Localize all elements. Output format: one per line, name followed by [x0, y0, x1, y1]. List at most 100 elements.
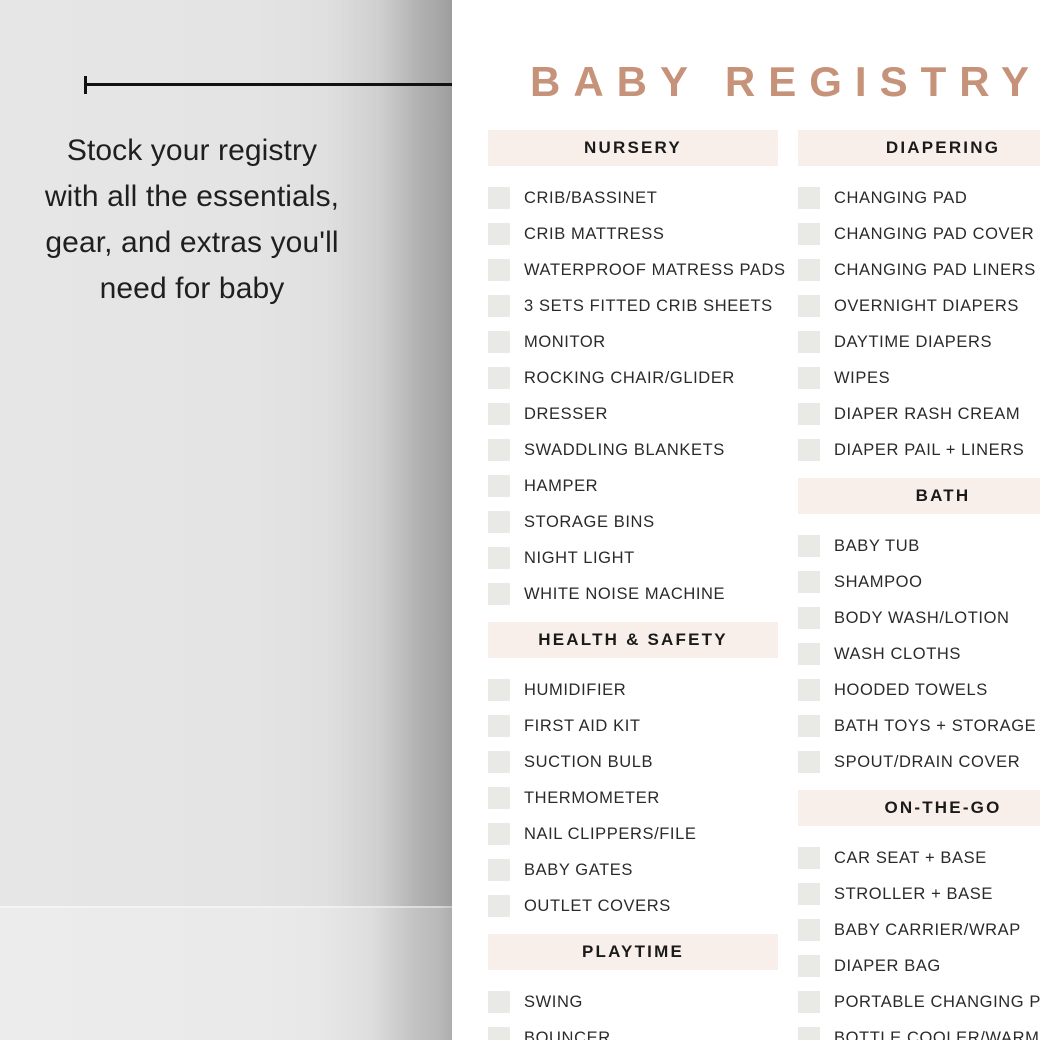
- checklist-section: PLAYTIME SWING BOUNCER: [488, 934, 778, 1040]
- checkbox-icon[interactable]: [488, 991, 510, 1013]
- checkbox-icon[interactable]: [798, 715, 820, 737]
- checklist-item-label: SWING: [524, 992, 583, 1011]
- checklist-item[interactable]: BODY WASH/LOTION: [798, 600, 1040, 636]
- checklist-item[interactable]: WATERPROOF MATRESS PADS: [488, 252, 785, 288]
- checklist-item[interactable]: BABY GATES: [488, 852, 778, 888]
- checklist-item[interactable]: SPOUT/DRAIN COVER: [798, 744, 1040, 780]
- checklist-item[interactable]: DIAPER RASH CREAM: [798, 396, 1040, 432]
- checklist-item[interactable]: NAIL CLIPPERS/FILE: [488, 816, 778, 852]
- checklist-item-label: CHANGING PAD: [834, 188, 968, 207]
- checkbox-icon[interactable]: [798, 259, 820, 281]
- checkbox-icon[interactable]: [798, 1027, 820, 1040]
- checklist-item[interactable]: CAR SEAT + BASE: [798, 840, 1040, 876]
- checklist-item[interactable]: BABY TUB: [798, 528, 1040, 564]
- checklist-item[interactable]: BATH TOYS + STORAGE: [798, 708, 1040, 744]
- checkbox-icon[interactable]: [488, 475, 510, 497]
- checkbox-icon[interactable]: [798, 883, 820, 905]
- checkbox-icon[interactable]: [488, 583, 510, 605]
- checklist-item[interactable]: CRIB MATTRESS: [488, 216, 778, 252]
- checklist-item[interactable]: OUTLET COVERS: [488, 888, 778, 924]
- section-header: HEALTH & SAFETY: [488, 622, 778, 658]
- checklist-item[interactable]: THERMOMETER: [488, 780, 778, 816]
- checkbox-icon[interactable]: [798, 223, 820, 245]
- checklist-item[interactable]: STORAGE BINS: [488, 504, 778, 540]
- checkbox-icon[interactable]: [798, 919, 820, 941]
- checklist-item[interactable]: BOUNCER: [488, 1020, 778, 1040]
- checkbox-icon[interactable]: [488, 679, 510, 701]
- checkbox-icon[interactable]: [798, 847, 820, 869]
- checklist-item[interactable]: NIGHT LIGHT: [488, 540, 778, 576]
- checkbox-icon[interactable]: [488, 403, 510, 425]
- checkbox-icon[interactable]: [488, 1027, 510, 1040]
- checklist-item[interactable]: HUMIDIFIER: [488, 672, 778, 708]
- checklist-section: BATH BABY TUB SHAMPOO BODY WASH/LOTION WASH …: [798, 478, 1040, 790]
- checkbox-icon[interactable]: [488, 439, 510, 461]
- checklist-item[interactable]: OVERNIGHT DIAPERS: [798, 288, 1040, 324]
- checkbox-icon[interactable]: [488, 859, 510, 881]
- checklist-item[interactable]: SWADDLING BLANKETS: [488, 432, 778, 468]
- checklist-item[interactable]: CRIB/BASSINET: [488, 180, 778, 216]
- checkbox-icon[interactable]: [488, 751, 510, 773]
- checklist-item-label: DRESSER: [524, 404, 608, 423]
- section-header: PLAYTIME: [488, 934, 778, 970]
- checklist-item[interactable]: WHITE NOISE MACHINE: [488, 576, 778, 612]
- checklist-item[interactable]: PORTABLE CHANGING PAD: [798, 984, 1040, 1020]
- checklist-item-label: SUCTION BULB: [524, 752, 654, 771]
- checklist-item-label: DAYTIME DIAPERS: [834, 332, 993, 351]
- checkbox-icon[interactable]: [488, 223, 510, 245]
- checklist-item[interactable]: SWING: [488, 984, 778, 1020]
- checklist-item[interactable]: WASH CLOTHS: [798, 636, 1040, 672]
- checklist-item[interactable]: FIRST AID KIT: [488, 708, 778, 744]
- checklist-item[interactable]: BOTTLE COOLER/WARMER: [798, 1020, 1040, 1040]
- checkbox-icon[interactable]: [798, 751, 820, 773]
- checkbox-icon[interactable]: [488, 295, 510, 317]
- checklist-item[interactable]: HOODED TOWELS: [798, 672, 1040, 708]
- checklist-item-label: CHANGING PAD COVER: [834, 224, 1035, 243]
- checkbox-icon[interactable]: [798, 331, 820, 353]
- checkbox-icon[interactable]: [488, 367, 510, 389]
- checklist-item[interactable]: ROCKING CHAIR/GLIDER: [488, 360, 778, 396]
- checklist-item[interactable]: HAMPER: [488, 468, 778, 504]
- checklist-item[interactable]: WIPES: [798, 360, 1040, 396]
- checklist-item-label: PORTABLE CHANGING PAD: [834, 992, 1040, 1011]
- checklist-item[interactable]: SHAMPOO: [798, 564, 1040, 600]
- checkbox-icon[interactable]: [798, 607, 820, 629]
- checkbox-icon[interactable]: [798, 643, 820, 665]
- checkbox-icon[interactable]: [798, 991, 820, 1013]
- checkbox-icon[interactable]: [488, 715, 510, 737]
- checkbox-icon[interactable]: [798, 571, 820, 593]
- checklist-item[interactable]: DAYTIME DIAPERS: [798, 324, 1040, 360]
- checkbox-icon[interactable]: [798, 955, 820, 977]
- checkbox-icon[interactable]: [798, 295, 820, 317]
- checkbox-icon[interactable]: [488, 823, 510, 845]
- checklist-item[interactable]: CHANGING PAD COVER: [798, 216, 1040, 252]
- checklist-item[interactable]: BABY CARRIER/WRAP: [798, 912, 1040, 948]
- checkbox-icon[interactable]: [488, 331, 510, 353]
- checklist-item[interactable]: DIAPER PAIL + LINERS: [798, 432, 1040, 468]
- section-header: DIAPERING: [798, 130, 1040, 166]
- checkbox-icon[interactable]: [798, 367, 820, 389]
- checkbox-icon[interactable]: [488, 895, 510, 917]
- checkbox-icon[interactable]: [488, 547, 510, 569]
- checkbox-icon[interactable]: [488, 787, 510, 809]
- checkbox-icon[interactable]: [488, 259, 510, 281]
- checkbox-icon[interactable]: [798, 403, 820, 425]
- checklist-item-label: BABY TUB: [834, 536, 920, 555]
- checkbox-icon[interactable]: [488, 511, 510, 533]
- checklist-item[interactable]: SUCTION BULB: [488, 744, 778, 780]
- checklist-item[interactable]: CHANGING PAD LINERS: [798, 252, 1040, 288]
- checklist-item-label: CAR SEAT + BASE: [834, 848, 987, 867]
- checklist-item[interactable]: STROLLER + BASE: [798, 876, 1040, 912]
- checklist-item[interactable]: 3 SETS FITTED CRIB SHEETS: [488, 288, 778, 324]
- checklist-item[interactable]: CHANGING PAD: [798, 180, 1040, 216]
- checkbox-icon[interactable]: [488, 187, 510, 209]
- checkbox-icon[interactable]: [798, 187, 820, 209]
- checkbox-icon[interactable]: [798, 535, 820, 557]
- checklist-item-label: BABY CARRIER/WRAP: [834, 920, 1021, 939]
- checklist-item[interactable]: DIAPER BAG: [798, 948, 1040, 984]
- checklist-item-label: CHANGING PAD LINERS: [834, 260, 1036, 279]
- checklist-item[interactable]: MONITOR: [488, 324, 778, 360]
- checklist-item[interactable]: DRESSER: [488, 396, 778, 432]
- checkbox-icon[interactable]: [798, 679, 820, 701]
- checkbox-icon[interactable]: [798, 439, 820, 461]
